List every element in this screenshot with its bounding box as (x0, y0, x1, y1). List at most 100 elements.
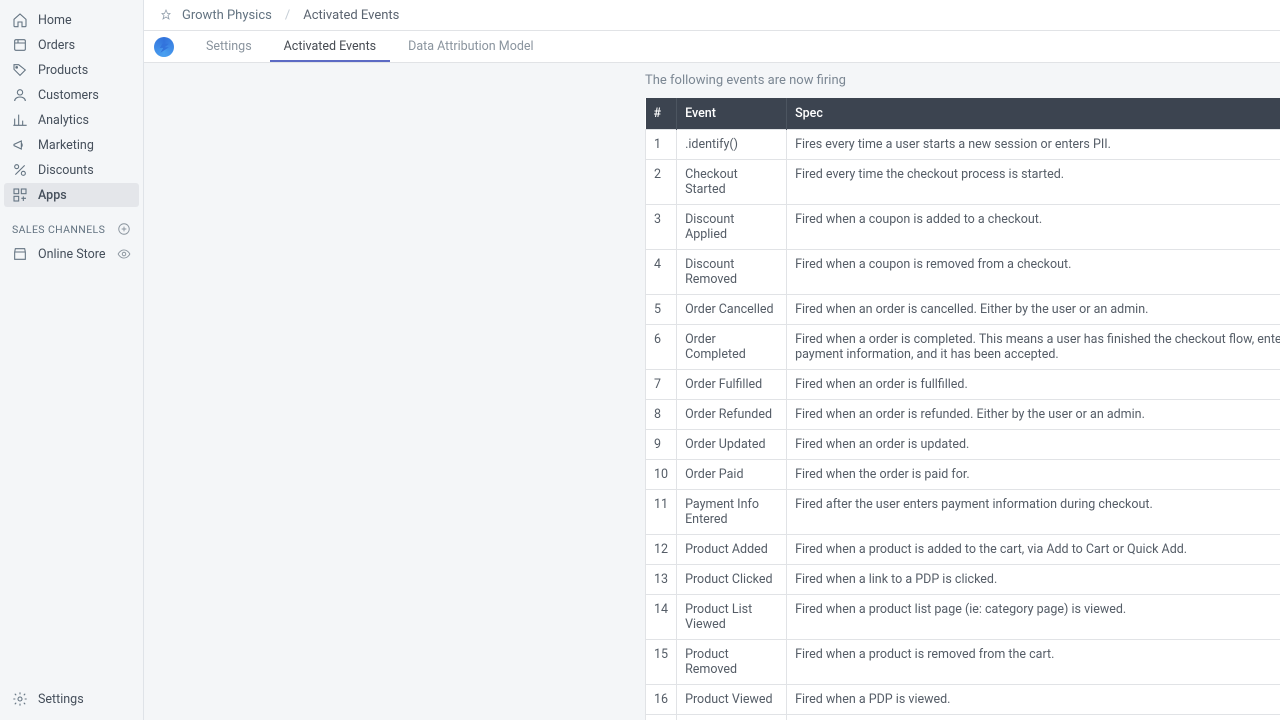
cell-number: 6 (646, 325, 677, 370)
table-row: 17Shipping Info EnteredFired when new Sh… (646, 715, 1280, 720)
cell-spec: Fired when a coupon is added to a checko… (787, 205, 1280, 250)
table-row: 12Product AddedFired when a product is a… (646, 535, 1280, 565)
cell-spec: Fired when an order is updated. (787, 430, 1280, 460)
cell-event: Discount Applied (677, 205, 787, 250)
table-row: 2Checkout StartedFired every time the ch… (646, 160, 1280, 205)
sidebar-item-label: Online Store (38, 247, 105, 262)
sidebar-item-discounts[interactable]: Discounts (4, 158, 139, 182)
cell-number: 10 (646, 460, 677, 490)
col-header-number: # (646, 98, 677, 130)
table-row: 10Order PaidFired when the order is paid… (646, 460, 1280, 490)
cell-spec: Fires every time a user starts a new ses… (787, 130, 1280, 160)
cell-number: 5 (646, 295, 677, 325)
col-header-event: Event (677, 98, 787, 130)
table-row: 4Discount RemovedFired when a coupon is … (646, 250, 1280, 295)
sidebar-item-products[interactable]: Products (4, 58, 139, 82)
cell-event: .identify() (677, 130, 787, 160)
store-icon (12, 246, 28, 262)
chart-icon (12, 112, 28, 128)
table-row: 3Discount AppliedFired when a coupon is … (646, 205, 1280, 250)
grid-icon (12, 187, 28, 203)
cell-number: 7 (646, 370, 677, 400)
tabbar: Settings Activated Events Data Attributi… (144, 31, 1280, 63)
sidebar-item-label: Discounts (38, 163, 94, 178)
sales-channels-header: SALES CHANNELS (4, 208, 139, 242)
cell-spec: Fired when a order is completed. This me… (787, 325, 1280, 370)
cell-number: 1 (646, 130, 677, 160)
main: Growth Physics / Activated Events Settin… (144, 0, 1280, 720)
table-row: 1.identify()Fires every time a user star… (646, 130, 1280, 160)
breadcrumb-leaf: Activated Events (303, 8, 399, 23)
sidebar-item-label: Apps (38, 188, 67, 203)
sidebar-item-home[interactable]: Home (4, 8, 139, 32)
cell-number: 3 (646, 205, 677, 250)
sidebar-item-apps[interactable]: Apps (4, 183, 139, 207)
cell-event: Order Paid (677, 460, 787, 490)
cell-spec: Fired when an order is fullfilled. (787, 370, 1280, 400)
sidebar: Home Orders Products Customers Analytics… (0, 0, 144, 720)
cell-number: 13 (646, 565, 677, 595)
sidebar-item-analytics[interactable]: Analytics (4, 108, 139, 132)
cell-event: Order Completed (677, 325, 787, 370)
home-icon (12, 12, 28, 28)
tab-settings[interactable]: Settings (192, 31, 266, 62)
sidebar-item-orders[interactable]: Orders (4, 33, 139, 57)
tag-icon (12, 62, 28, 78)
table-row: 15Product RemovedFired when a product is… (646, 640, 1280, 685)
sidebar-item-label: Analytics (38, 113, 89, 128)
plus-circle-icon[interactable] (117, 222, 131, 236)
sidebar-item-label: Customers (38, 88, 99, 103)
cell-number: 14 (646, 595, 677, 640)
cell-event: Order Refunded (677, 400, 787, 430)
gear-icon (12, 691, 28, 707)
cell-event: Order Cancelled (677, 295, 787, 325)
cell-event: Order Updated (677, 430, 787, 460)
table-row: 7Order FulfilledFired when an order is f… (646, 370, 1280, 400)
cell-event: Product Removed (677, 640, 787, 685)
table-row: 9Order UpdatedFired when an order is upd… (646, 430, 1280, 460)
table-row: 5Order CancelledFired when an order is c… (646, 295, 1280, 325)
tab-activated-events[interactable]: Activated Events (270, 31, 390, 62)
percent-icon (12, 162, 28, 178)
cell-number: 16 (646, 685, 677, 715)
cell-event: Shipping Info Entered (677, 715, 787, 720)
table-row: 14Product List ViewedFired when a produc… (646, 595, 1280, 640)
cell-event: Order Fulfilled (677, 370, 787, 400)
sidebar-item-label: Settings (38, 692, 84, 707)
breadcrumb-root[interactable]: Growth Physics (182, 8, 272, 23)
cell-spec: Fired after the user enters payment info… (787, 490, 1280, 535)
cell-spec: Fired when an order is refunded. Either … (787, 400, 1280, 430)
content: The following events are now firing # Ev… (144, 63, 1280, 720)
cell-number: 17 (646, 715, 677, 720)
sidebar-item-label: Products (38, 63, 88, 78)
cell-number: 15 (646, 640, 677, 685)
sidebar-item-label: Orders (38, 38, 75, 53)
tab-data-attribution[interactable]: Data Attribution Model (394, 31, 547, 62)
cell-event: Discount Removed (677, 250, 787, 295)
pin-icon (160, 9, 172, 21)
cell-spec: Fired when a product list page (ie: cate… (787, 595, 1280, 640)
cell-number: 8 (646, 400, 677, 430)
user-icon (12, 87, 28, 103)
cell-spec: Fired when a product is added to the car… (787, 535, 1280, 565)
table-row: 6Order CompletedFired when a order is co… (646, 325, 1280, 370)
cell-number: 4 (646, 250, 677, 295)
cell-number: 9 (646, 430, 677, 460)
sidebar-item-label: Home (38, 13, 72, 28)
cell-spec: Fired when new Shipping Information is e… (787, 715, 1280, 720)
cell-event: Product List Viewed (677, 595, 787, 640)
sidebar-item-settings[interactable]: Settings (4, 687, 139, 711)
cell-spec: Fired when an order is cancelled. Either… (787, 295, 1280, 325)
section-label-text: SALES CHANNELS (12, 223, 105, 236)
cell-event: Product Viewed (677, 685, 787, 715)
cell-spec: Fired when a link to a PDP is clicked. (787, 565, 1280, 595)
events-table: # Event Spec 1.identify()Fires every tim… (645, 98, 1280, 720)
breadcrumb-separator: / (282, 8, 293, 23)
eye-icon[interactable] (117, 247, 131, 261)
sidebar-item-online-store[interactable]: Online Store (4, 242, 139, 266)
table-row: 11Payment Info EnteredFired after the us… (646, 490, 1280, 535)
sidebar-item-customers[interactable]: Customers (4, 83, 139, 107)
sidebar-item-marketing[interactable]: Marketing (4, 133, 139, 157)
cell-spec: Fired when a PDP is viewed. (787, 685, 1280, 715)
sidebar-item-label: Marketing (38, 138, 94, 153)
